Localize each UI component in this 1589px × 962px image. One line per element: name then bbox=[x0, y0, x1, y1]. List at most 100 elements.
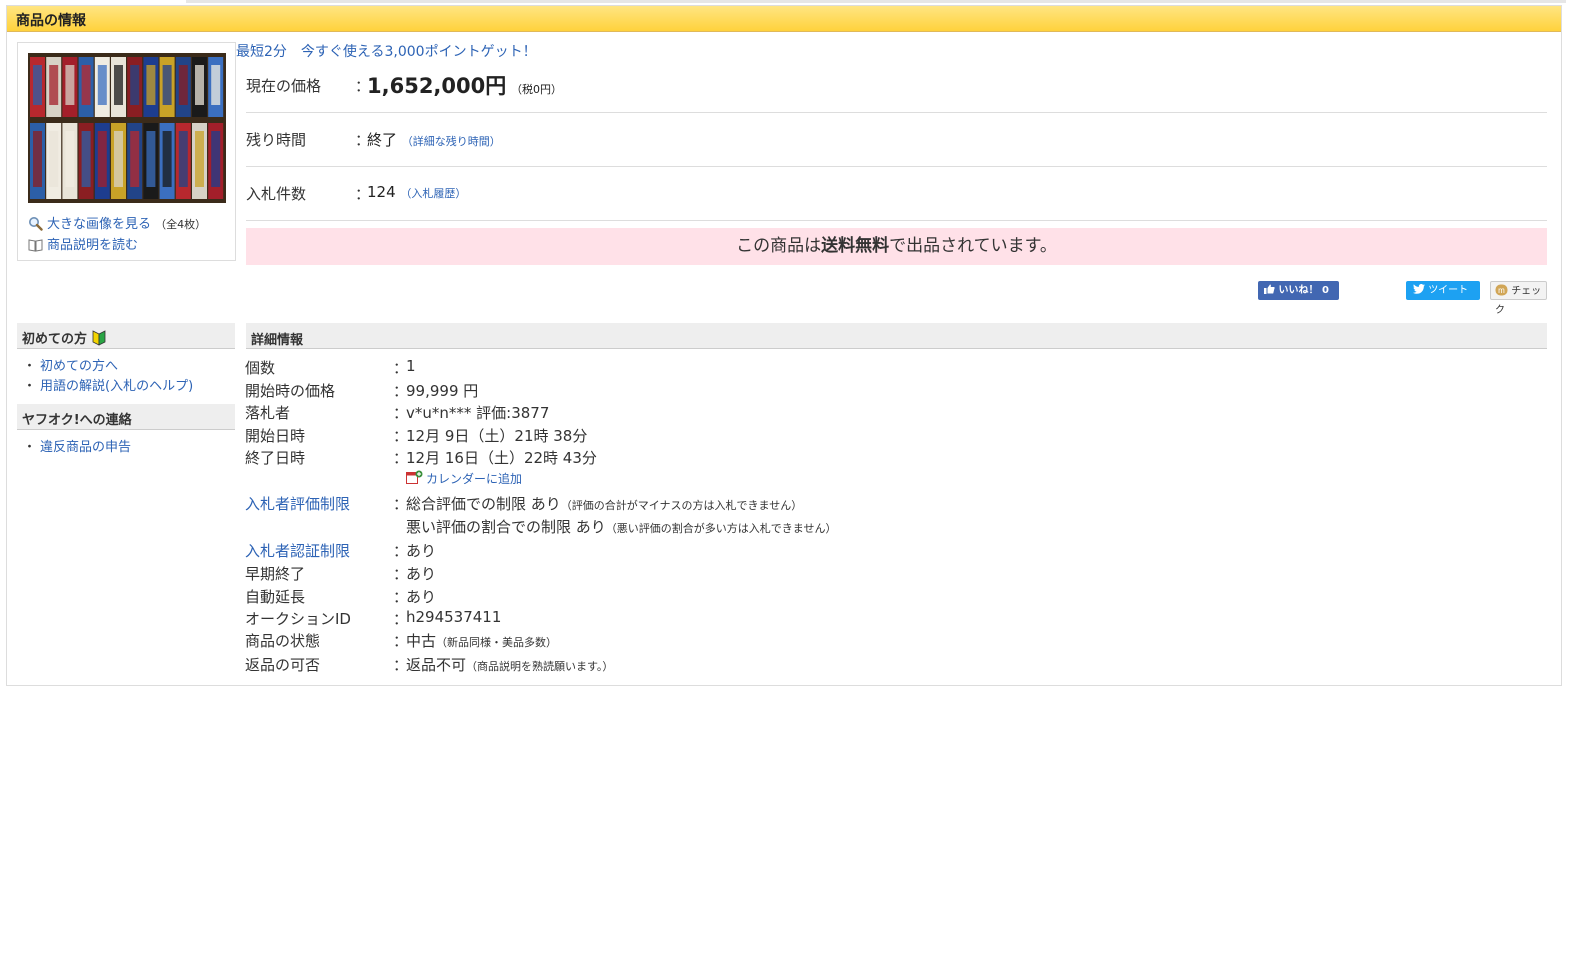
report-violation-link[interactable]: 違反商品の申告 bbox=[40, 440, 131, 455]
case-label bbox=[178, 131, 188, 187]
case-label bbox=[97, 131, 107, 187]
top-divider bbox=[186, 0, 1566, 3]
mixi-check-button[interactable]: m チェック bbox=[1490, 281, 1547, 316]
rating-limit-text-1: 総合評価での制限 あり bbox=[406, 495, 561, 513]
read-description-link[interactable]: 商品説明を読む bbox=[28, 234, 138, 253]
end-date-label: 終了日時 bbox=[245, 449, 306, 467]
winner-value: v*u*n*** 評価:3877 bbox=[406, 404, 550, 422]
rating-limit-text-2: 悪い評価の割合での制限 あり bbox=[406, 518, 606, 536]
product-thumbnail[interactable] bbox=[28, 53, 226, 203]
case-label bbox=[81, 131, 91, 187]
panel-title: 商品の情報 bbox=[7, 6, 1561, 32]
case-label bbox=[195, 131, 204, 187]
view-large-image-label[interactable]: 大きな画像を見る bbox=[47, 217, 151, 232]
beginners-link[interactable]: 初めての方へ bbox=[40, 359, 118, 374]
bids-value-wrap: 124 （入札履歴） bbox=[367, 183, 466, 201]
contact-title: ヤフオク!への連絡 bbox=[22, 413, 132, 428]
condition-value: 中古（新品同様・美品多数） bbox=[406, 630, 557, 651]
case-label bbox=[178, 65, 188, 105]
case-label bbox=[211, 65, 221, 105]
rating-limit-note-2: （悪い評価の割合が多い方は入札できません） bbox=[605, 522, 837, 535]
quantity-value: 1 bbox=[406, 357, 416, 375]
case-label bbox=[49, 65, 59, 105]
sidebar-item-report[interactable]: ・違反商品の申告 bbox=[23, 436, 131, 455]
time-detail-link[interactable]: （詳細な残り時間） bbox=[402, 135, 501, 148]
auth-limit-value: あり bbox=[406, 542, 437, 560]
bids-row: 入札件数 ： 124 （入札履歴） bbox=[246, 175, 1547, 221]
read-description-label[interactable]: 商品説明を読む bbox=[47, 238, 138, 253]
beginner-mark-icon bbox=[92, 330, 105, 346]
shipping-suffix: で出品されています。 bbox=[889, 236, 1057, 256]
tax-note: （税0円） bbox=[511, 83, 563, 96]
case-label bbox=[114, 131, 123, 187]
mixi-icon: m bbox=[1495, 284, 1508, 296]
beginners-title: 初めての方 bbox=[22, 332, 88, 347]
end-date-value: 12月 16日（土）22時 43分 bbox=[406, 449, 597, 467]
shipping-free: 送料無料 bbox=[821, 236, 890, 256]
start-price-value: 99,999 円 bbox=[406, 382, 479, 400]
bids-label: 入札件数 bbox=[246, 185, 307, 203]
time-remaining: 終了 bbox=[367, 131, 398, 149]
sidebar-item-glossary[interactable]: ・用語の解説(入札のヘルプ) bbox=[23, 375, 193, 394]
product-photo bbox=[28, 53, 226, 203]
rating-limit-label[interactable]: 入札者評価制限 bbox=[245, 493, 350, 514]
twitter-bird-icon bbox=[1413, 284, 1425, 294]
case-label bbox=[211, 131, 221, 187]
free-shipping-banner: この商品は送料無料で出品されています。 bbox=[246, 228, 1547, 265]
beginners-section-title: 初めての方 bbox=[17, 323, 235, 349]
shipping-prefix: この商品は bbox=[736, 236, 822, 256]
rating-limit-value-1: 総合評価での制限 あり（評価の合計がマイナスの方は入札できません） bbox=[406, 493, 802, 514]
like-label: いいね！ 0 bbox=[1278, 285, 1329, 296]
price-row: 現在の価格 ： 1,652,000円 （税0円） bbox=[246, 67, 1547, 113]
auto-extend-label: 自動延長 bbox=[245, 588, 306, 606]
auction-id-value: h294537411 bbox=[406, 608, 502, 626]
time-row: 残り時間 ： 終了 （詳細な残り時間） bbox=[246, 121, 1547, 167]
condition-note: （新品同様・美品多数） bbox=[436, 636, 558, 649]
current-price: 1,652,000円 bbox=[367, 74, 507, 98]
case-label bbox=[130, 65, 140, 105]
tweet-label: ツイート bbox=[1428, 285, 1469, 296]
start-date-value: 12月 9日（土）21時 38分 bbox=[406, 427, 588, 445]
rating-limit-note-1: （評価の合計がマイナスの方は入札できません） bbox=[560, 499, 803, 512]
bid-count: 124 bbox=[367, 183, 396, 201]
returns-note: （商品説明を熟読願います。） bbox=[466, 660, 614, 673]
price-value-wrap: 1,652,000円 （税0円） bbox=[367, 70, 562, 100]
case-label bbox=[114, 65, 123, 105]
bid-history-link[interactable]: （入札履歴） bbox=[400, 187, 466, 200]
case-label bbox=[33, 131, 42, 187]
add-to-calendar-link[interactable]: カレンダーに追加 bbox=[406, 470, 522, 487]
contact-section-title: ヤフオク!への連絡 bbox=[17, 404, 235, 430]
condition-label: 商品の状態 bbox=[245, 632, 321, 650]
calendar-link-label[interactable]: カレンダーに追加 bbox=[426, 472, 522, 486]
returns-value: 返品不可（商品説明を熟読願います。） bbox=[406, 654, 613, 675]
points-promo-link[interactable]: 最短2分 今すぐ使える3,000ポイントゲット！ bbox=[236, 41, 537, 61]
start-price-label: 開始時の価格 bbox=[245, 382, 336, 400]
glossary-link[interactable]: 用語の解説(入札のヘルプ) bbox=[40, 379, 193, 394]
auto-extend-value: あり bbox=[406, 588, 437, 606]
case-label bbox=[97, 65, 107, 105]
facebook-like-button[interactable]: いいね！ 0 bbox=[1258, 281, 1339, 300]
case-label bbox=[146, 65, 156, 105]
book-icon bbox=[28, 239, 43, 252]
condition-text: 中古 bbox=[406, 632, 437, 650]
calendar-add-icon bbox=[406, 470, 423, 484]
image-count: （全4枚） bbox=[155, 218, 207, 231]
time-label: 残り時間 bbox=[246, 131, 307, 149]
case-label bbox=[162, 131, 172, 187]
returns-text: 返品不可 bbox=[406, 656, 467, 674]
start-date-label: 開始日時 bbox=[245, 427, 306, 445]
sidebar-item-beginners[interactable]: ・初めての方へ bbox=[23, 355, 118, 374]
case-label bbox=[33, 65, 42, 105]
tweet-button[interactable]: ツイート bbox=[1406, 281, 1480, 300]
svg-text:m: m bbox=[1498, 286, 1505, 295]
early-end-label: 早期終了 bbox=[245, 565, 306, 583]
image-box: 大きな画像を見る （全4枚） 商品説明を読む bbox=[17, 42, 236, 261]
time-value-wrap: 終了 （詳細な残り時間） bbox=[367, 129, 501, 150]
case-label bbox=[65, 131, 75, 187]
view-large-image-link[interactable]: 大きな画像を見る （全4枚） bbox=[28, 213, 206, 232]
auction-id-label: オークションID bbox=[245, 610, 351, 628]
auth-limit-label[interactable]: 入札者認証制限 bbox=[245, 540, 350, 561]
case-label bbox=[65, 65, 75, 105]
details-section-title: 詳細情報 bbox=[246, 323, 1547, 349]
quantity-label: 個数 bbox=[245, 359, 276, 377]
